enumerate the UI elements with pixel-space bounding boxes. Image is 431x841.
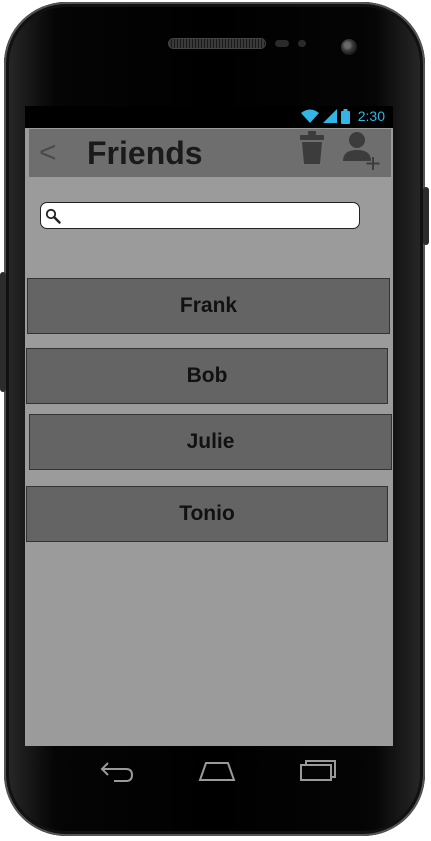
friends-screen: < Friends Frank Bob Julie Tonio (25, 128, 393, 746)
battery-icon (340, 108, 350, 124)
volume-button (0, 272, 6, 392)
friend-name: Julie (186, 430, 235, 453)
back-nav-icon[interactable] (99, 760, 135, 782)
friend-item-bob[interactable]: Bob (26, 348, 388, 404)
search-bar (40, 202, 360, 229)
screen: 2:30 < Friends Frank Bob Julie Tonio (25, 106, 393, 746)
back-icon[interactable]: < (39, 135, 57, 171)
trash-icon[interactable] (299, 131, 325, 165)
add-user-icon[interactable] (343, 131, 385, 171)
friend-name: Frank (179, 294, 238, 317)
friend-name: Tonio (179, 502, 235, 525)
friend-name: Bob (186, 364, 228, 387)
earpiece-speaker (169, 39, 265, 48)
recent-apps-icon[interactable] (299, 760, 337, 782)
friend-item-tonio[interactable]: Tonio (26, 486, 388, 542)
friend-item-julie[interactable]: Julie (29, 414, 392, 470)
friend-item-frank[interactable]: Frank (27, 278, 390, 334)
status-time: 2:30 (357, 108, 385, 124)
action-bar: < Friends (29, 129, 391, 177)
home-nav-icon[interactable] (198, 760, 236, 782)
power-button (423, 187, 429, 245)
front-camera (341, 39, 357, 55)
signal-icon (322, 109, 337, 123)
wifi-icon (300, 109, 319, 123)
search-icon (45, 208, 61, 224)
status-bar: 2:30 (25, 106, 393, 128)
search-input[interactable] (65, 205, 359, 227)
light-sensor (298, 40, 306, 47)
page-title: Friends (87, 135, 203, 171)
proximity-sensor (275, 40, 289, 47)
navigation-bar (0, 746, 431, 806)
